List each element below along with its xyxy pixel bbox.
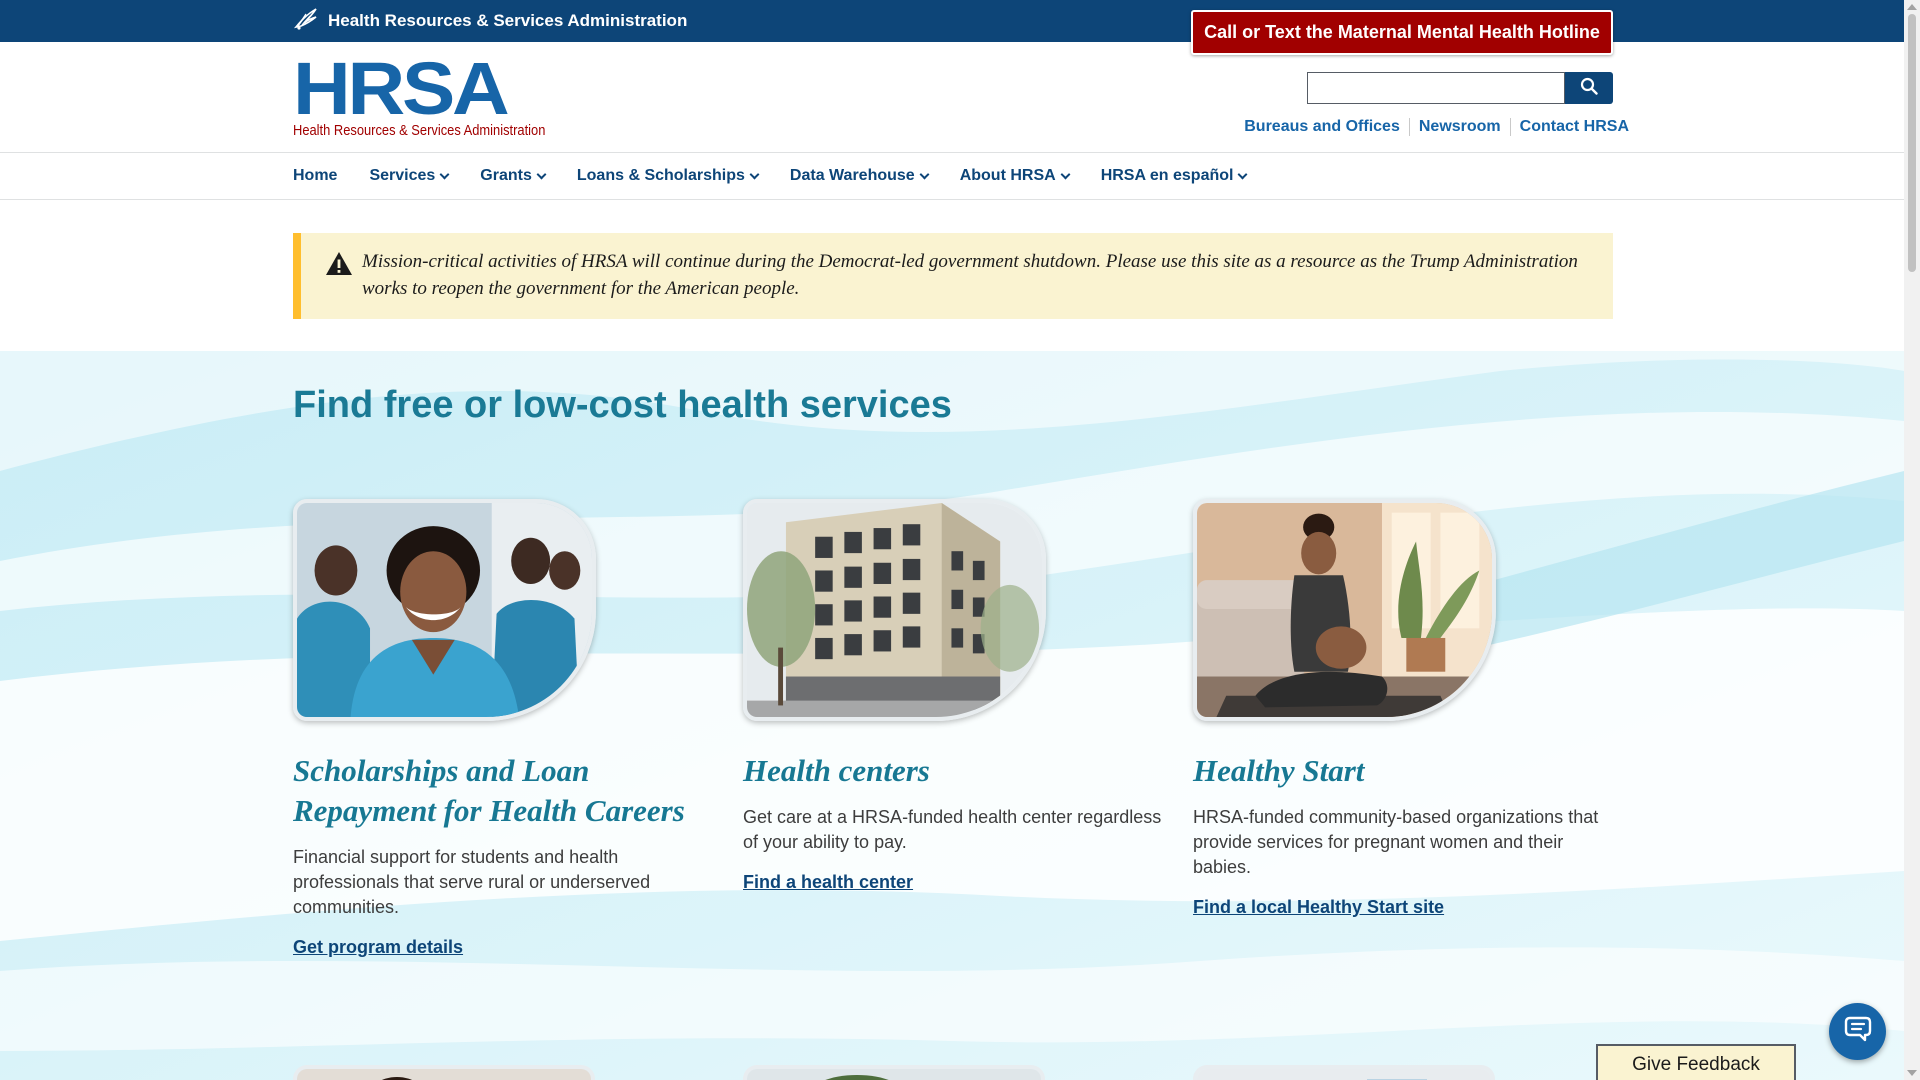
nav-item-label: About HRSA: [959, 167, 1056, 184]
nav-item-label: Grants: [480, 167, 532, 184]
maternal-mental-health-hotline-button[interactable]: Call or Text the Maternal Mental Health …: [1191, 10, 1613, 55]
link-newsroom[interactable]: Newsroom: [1408, 118, 1510, 136]
hero-title: Find free or low-cost health services: [293, 384, 952, 426]
shutdown-alert: Mission-critical activities of HRSA will…: [293, 233, 1613, 319]
chevron-down-icon: [1238, 169, 1248, 179]
pregnant-woman-yoga-photo: [1193, 499, 1496, 721]
hrsa-logo[interactable]: HRSA Health Resources & Services Adminis…: [293, 52, 546, 140]
card-scholarships: Scholarships and Loan Repayment for Heal…: [293, 499, 713, 958]
nav-item-loans-scholarships[interactable]: Loans & Scholarships: [576, 167, 760, 185]
nav-item-grants[interactable]: Grants: [480, 167, 547, 185]
search-button[interactable]: [1565, 72, 1613, 104]
find-a-local-healthy-start-site-link[interactable]: Find a local Healthy Start site: [1193, 897, 1444, 918]
card-description: Financial support for students and healt…: [293, 847, 651, 917]
health-workers-photo: [293, 499, 596, 721]
chat-icon: [1842, 1014, 1874, 1049]
chat-button[interactable]: [1829, 1003, 1886, 1060]
main-navigation: Home Services Grants Loans & Scholarship…: [0, 152, 1904, 200]
logo-wordmark: HRSA: [293, 47, 510, 130]
search-icon: [1580, 77, 1598, 100]
chevron-down-icon: [919, 169, 930, 179]
card-image-partial: [293, 1065, 595, 1080]
card-description: HRSA-funded community-based organization…: [1193, 807, 1599, 877]
services-hero-section: Find free or low-cost health services Sc…: [0, 351, 1904, 1080]
card-title: Health centers: [743, 753, 930, 788]
link-contact-hrsa[interactable]: Contact HRSA: [1509, 118, 1629, 136]
nav-item-data-warehouse[interactable]: Data Warehouse: [789, 167, 930, 185]
warning-icon: [325, 251, 353, 277]
nav-item-label: HRSA en español: [1100, 167, 1234, 184]
card-description: Get care at a HRSA-funded health center …: [743, 807, 1162, 852]
gov-banner: Health Resources & Services Administrati…: [0, 0, 1904, 42]
chevron-down-icon: [439, 169, 450, 179]
nav-item-label: Loans & Scholarships: [576, 167, 745, 184]
chevron-down-icon: [749, 169, 760, 179]
page-scrollbar[interactable]: [1904, 0, 1920, 1080]
scroll-down-arrow-icon[interactable]: [1907, 1070, 1917, 1076]
utility-links: Bureaus and Offices Newsroom Contact HRS…: [1235, 118, 1629, 136]
alert-text: Mission-critical activities of HRSA will…: [362, 251, 1578, 299]
nav-item-hrsa-en-espanol[interactable]: HRSA en español: [1100, 167, 1248, 185]
nav-item-about-hrsa[interactable]: About HRSA: [959, 167, 1071, 185]
nav-item-services[interactable]: Services: [369, 167, 450, 185]
agency-name: Health Resources & Services Administrati…: [328, 11, 688, 30]
get-program-details-link[interactable]: Get program details: [293, 937, 463, 958]
agency-banner[interactable]: Health Resources & Services Administrati…: [292, 7, 688, 34]
give-feedback-button[interactable]: Give Feedback: [1596, 1044, 1796, 1080]
card-title: Scholarships and Loan Repayment for Heal…: [293, 753, 685, 828]
scroll-up-arrow-icon[interactable]: [1907, 4, 1917, 10]
link-bureaus-and-offices[interactable]: Bureaus and Offices: [1235, 118, 1409, 136]
card-image-partial: [743, 1065, 1045, 1080]
nav-item-home[interactable]: Home: [293, 167, 337, 185]
chevron-down-icon: [536, 169, 547, 179]
nav-item-label: Data Warehouse: [789, 167, 915, 184]
chevron-down-icon: [1060, 169, 1071, 179]
health-center-building-photo: [743, 499, 1046, 721]
scrollbar-thumb[interactable]: [1908, 14, 1916, 272]
card-image-partial: [1193, 1065, 1495, 1080]
nav-item-label: Services: [369, 167, 436, 184]
hhs-eagle-icon: [292, 5, 320, 38]
card-title: Healthy Start: [1193, 753, 1365, 788]
logo-subtitle: Health Resources & Services Administrati…: [293, 122, 546, 139]
card-healthy-start: Healthy Start HRSA-funded community-base…: [1193, 499, 1613, 918]
nav-item-label: Home: [293, 167, 338, 184]
card-health-centers: Health centers Get care at a HRSA-funded…: [743, 499, 1163, 893]
find-a-health-center-link[interactable]: Find a health center: [743, 872, 913, 893]
search-input[interactable]: [1307, 72, 1565, 104]
